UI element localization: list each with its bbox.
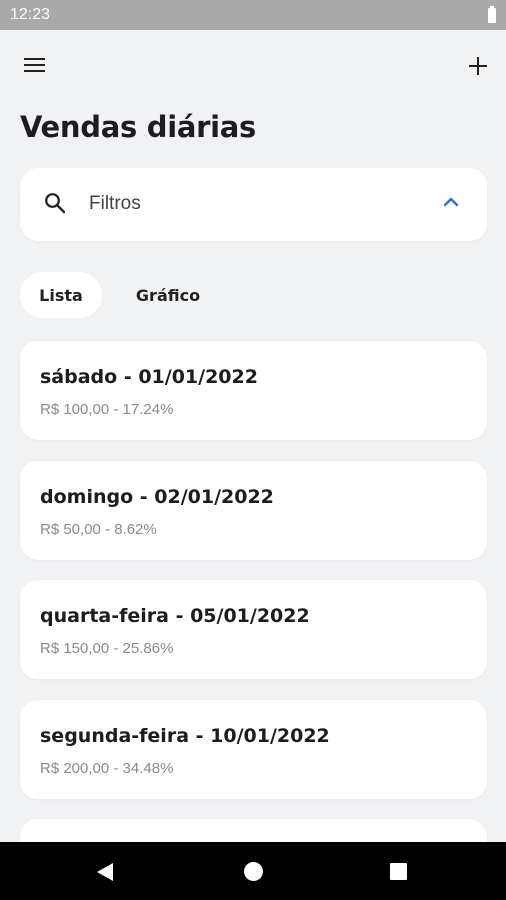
search-icon [45,193,66,214]
list-item[interactable]: segunda-feira - 10/01/2022 R$ 200,00 - 3… [20,700,487,799]
filter-panel[interactable]: Filtros [20,168,487,241]
battery-icon [488,5,496,23]
sale-subtitle: R$ 50,00 - 8.62% [40,521,157,538]
list-item[interactable]: quarta-feira - 05/01/2022 R$ 150,00 - 25… [20,580,487,679]
sale-title: quarta-feira - 05/01/2022 [40,605,310,627]
status-time: 12:23 [10,6,51,23]
sale-title: segunda-feira - 10/01/2022 [40,725,330,747]
tab-lista[interactable]: Lista [20,272,102,318]
chevron-up-icon[interactable] [442,195,460,209]
sale-title: sábado - 01/01/2022 [40,366,258,388]
list-item[interactable]: sábado - 01/01/2022 R$ 100,00 - 17.24% [20,341,487,440]
status-bar: 12:23 [0,0,506,30]
home-circle-icon[interactable] [244,862,263,881]
add-icon[interactable] [466,54,490,78]
back-triangle-icon[interactable] [94,861,116,883]
tab-grafico[interactable]: Gráfico [118,272,218,318]
recents-square-icon[interactable] [390,863,407,880]
sale-subtitle: R$ 150,00 - 25.86% [40,640,174,657]
sale-subtitle: R$ 200,00 - 34.48% [40,760,174,777]
filter-label: Filtros [89,193,141,214]
system-nav-bar [0,842,506,900]
page-title: Vendas diárias [20,110,256,144]
menu-icon[interactable] [22,54,48,76]
list-item[interactable]: domingo - 02/01/2022 R$ 50,00 - 8.62% [20,461,487,560]
sale-subtitle: R$ 100,00 - 17.24% [40,401,174,418]
app-bar [0,30,506,100]
sale-title: domingo - 02/01/2022 [40,486,274,508]
